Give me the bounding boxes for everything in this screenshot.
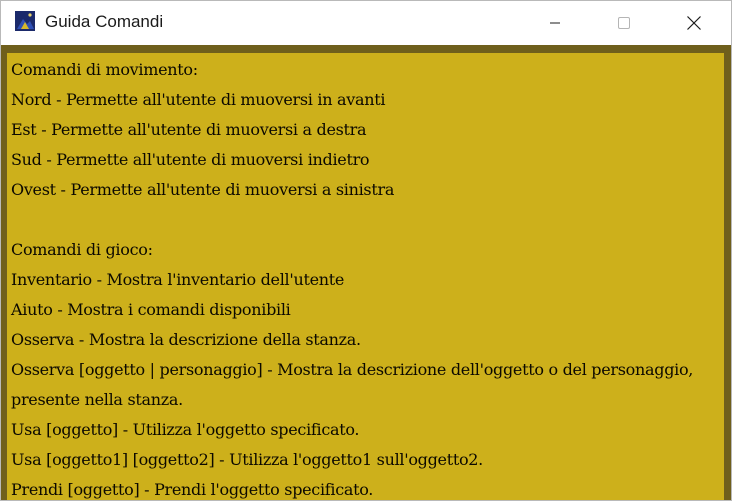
close-button[interactable] [671, 1, 717, 45]
close-icon [686, 15, 702, 31]
command-line: Usa [oggetto1] [oggetto2] - Utilizza l'o… [11, 450, 483, 469]
section-heading-movement: Comandi di movimento: [11, 60, 198, 79]
maximize-button[interactable] [601, 1, 647, 45]
command-line: Osserva - Mostra la descrizione della st… [11, 330, 361, 349]
maximize-icon [617, 16, 631, 30]
command-line: Inventario - Mostra l'inventario dell'ut… [11, 270, 345, 289]
window-title: Guida Comandi [45, 12, 164, 31]
command-line: Prendi [oggetto] - Prendi l'oggetto spec… [11, 480, 374, 499]
section-heading-game: Comandi di gioco: [11, 240, 153, 259]
minimize-button[interactable] [532, 1, 578, 45]
help-text-area[interactable]: Comandi di movimento: Nord - Permette al… [7, 53, 724, 500]
command-line: Est - Permette all'utente di muoversi a … [11, 120, 367, 139]
command-list: Comandi di movimento: Nord - Permette al… [11, 55, 721, 500]
help-window: Guida Comandi Comandi di movimento: Nord… [0, 0, 732, 501]
command-line: Aiuto - Mostra i comandi disponibili [11, 300, 291, 319]
command-line: Nord - Permette all'utente di muoversi i… [11, 90, 386, 109]
command-line: Sud - Permette all'utente di muoversi in… [11, 150, 370, 169]
content-frame: Comandi di movimento: Nord - Permette al… [1, 45, 731, 500]
command-line: Usa [oggetto] - Utilizza l'oggetto speci… [11, 420, 360, 439]
minimize-icon [549, 17, 561, 29]
command-line-continuation: presente nella stanza. [11, 390, 183, 409]
command-line: Osserva [oggetto | personaggio] - Mostra… [11, 360, 694, 379]
command-line: Ovest - Permette all'utente di muoversi … [11, 180, 395, 199]
blank-line [11, 205, 721, 235]
title-bar[interactable]: Guida Comandi [1, 1, 731, 45]
game-app-icon [15, 11, 35, 31]
